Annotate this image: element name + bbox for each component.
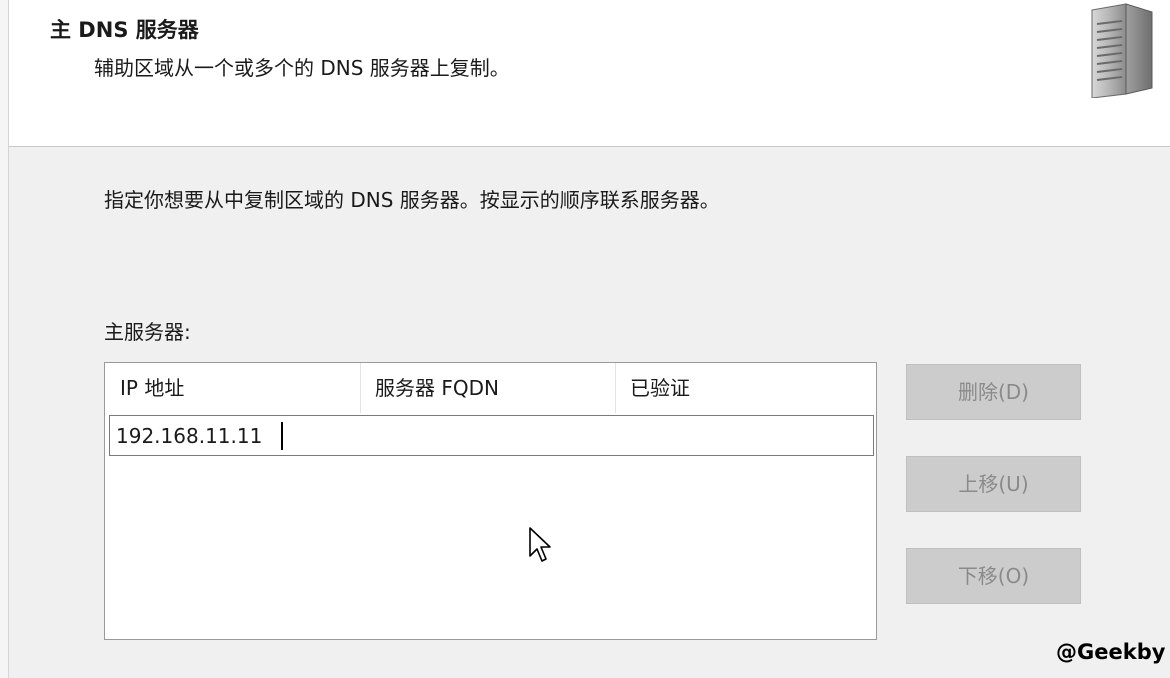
watermark: @Geekby <box>1056 640 1166 664</box>
column-header-verified[interactable]: 已验证 <box>616 363 871 413</box>
master-servers-label: 主服务器: <box>104 320 191 344</box>
ip-address-input[interactable] <box>110 416 873 455</box>
page-title: 主 DNS 服务器 <box>50 18 199 42</box>
column-header-server-fqdn[interactable]: 服务器 FQDN <box>361 363 616 413</box>
move-up-button[interactable]: 上移(U) <box>906 456 1081 512</box>
instruction-text: 指定你想要从中复制区域的 DNS 服务器。按显示的顺序联系服务器。 <box>104 188 720 212</box>
wizard-header: 主 DNS 服务器 辅助区域从一个或多个的 DNS 服务器上复制。 <box>0 0 1170 147</box>
delete-button[interactable]: 删除(D) <box>906 364 1081 420</box>
server-tower-icon <box>1091 3 1153 98</box>
column-header-ip-address[interactable]: IP 地址 <box>106 363 361 413</box>
ip-address-edit-row[interactable] <box>109 415 874 456</box>
mouse-pointer-icon <box>529 527 551 562</box>
move-down-button[interactable]: 下移(O) <box>906 548 1081 604</box>
text-caret <box>281 422 283 450</box>
page-subtitle: 辅助区域从一个或多个的 DNS 服务器上复制。 <box>94 56 510 80</box>
master-servers-list[interactable]: IP 地址 服务器 FQDN 已验证 <box>104 362 877 640</box>
window-left-edge <box>0 0 9 678</box>
